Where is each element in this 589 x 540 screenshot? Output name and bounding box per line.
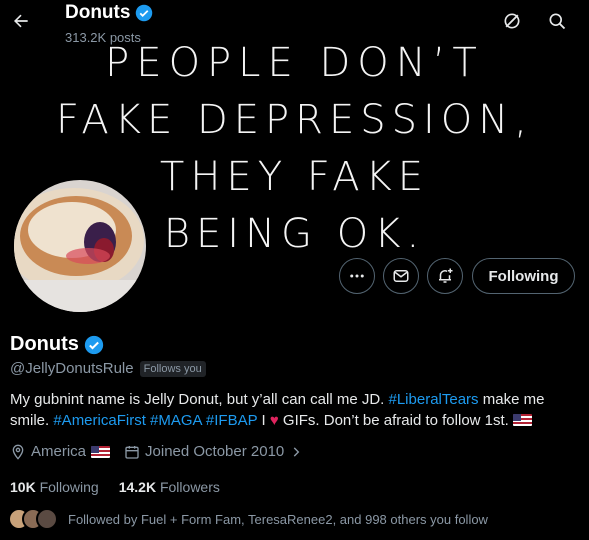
message-button[interactable]: [383, 258, 419, 294]
handle: @JellyDonutsRule: [10, 360, 134, 377]
header-title: Donuts: [65, 2, 153, 24]
followers-count: 14.2K: [118, 479, 157, 495]
hashtag-link[interactable]: #MAGA: [150, 412, 202, 429]
message-icon: [393, 270, 409, 282]
us-flag-icon: [513, 414, 532, 426]
donut-avatar-image: [14, 180, 146, 312]
more-icon: [350, 274, 364, 278]
bio-text: My gubnint name is Jelly Donut, but y’al…: [10, 391, 389, 408]
mutual-avatar: [36, 508, 58, 530]
bio: My gubnint name is Jelly Donut, but y’al…: [10, 389, 585, 431]
notifications-button[interactable]: [427, 258, 463, 294]
hashtag-link[interactable]: #IFBAP: [206, 412, 257, 429]
bell-plus-icon: [439, 268, 453, 283]
bio-text: I: [257, 412, 270, 429]
banner-text-line: FAKE DEPRESSION,: [56, 97, 533, 143]
followers-label: Followers: [159, 479, 220, 495]
display-name: Donuts: [10, 333, 104, 356]
following-button[interactable]: Following: [472, 258, 575, 294]
followers-stat[interactable]: 14.2K Followers: [119, 479, 220, 495]
hashtag-link[interactable]: #AmericaFirst: [53, 412, 146, 429]
chevron-right-icon: [294, 446, 300, 457]
joined-date[interactable]: Joined October 2010: [124, 443, 303, 460]
grok-icon: [504, 13, 520, 29]
follow-stats: 10K Following 14.2K Followers: [10, 479, 240, 495]
arrow-left-icon: [14, 14, 28, 28]
verified-badge-icon: [84, 335, 104, 354]
more-button[interactable]: [339, 258, 375, 294]
header-title-block: Donuts 313.2K posts: [65, 2, 153, 45]
top-bar: Donuts 313.2K posts: [0, 0, 589, 48]
verified-badge-icon: [136, 4, 153, 22]
header-name: Donuts: [65, 2, 131, 23]
following-count: 10K: [10, 479, 36, 495]
followed-by[interactable]: Followed by Fuel + Form Fam, TeresaRenee…: [8, 508, 488, 530]
joined-text: Joined October 2010: [145, 443, 285, 460]
bio-text: GIFs. Don’t be afraid to follow 1st.: [278, 412, 513, 429]
following-label: Following: [39, 479, 99, 495]
follows-you-badge: Follows you: [139, 360, 206, 377]
heart-icon: ♥: [269, 412, 279, 429]
hashtag-link[interactable]: #LiberalTears: [389, 391, 479, 408]
avatar[interactable]: [10, 176, 150, 316]
followed-by-text: Followed by Fuel + Form Fam, TeresaRenee…: [68, 511, 488, 527]
grok-button[interactable]: [497, 6, 527, 36]
location: America: [10, 443, 111, 460]
back-button[interactable]: [4, 4, 38, 38]
calendar-icon: [125, 445, 139, 459]
location-text: America: [31, 443, 87, 460]
handle-row: @JellyDonutsRule Follows you: [10, 360, 206, 377]
following-stat[interactable]: 10K Following: [10, 479, 99, 495]
mutual-avatars: [8, 508, 60, 530]
post-count: 313.2K posts: [65, 30, 141, 45]
us-flag-icon: [91, 445, 111, 458]
display-name-text: Donuts: [10, 333, 79, 355]
search-button[interactable]: [542, 6, 572, 36]
profile-meta: America Joined October 2010: [10, 443, 317, 460]
location-pin-icon: [12, 444, 24, 460]
search-icon: [549, 13, 566, 30]
